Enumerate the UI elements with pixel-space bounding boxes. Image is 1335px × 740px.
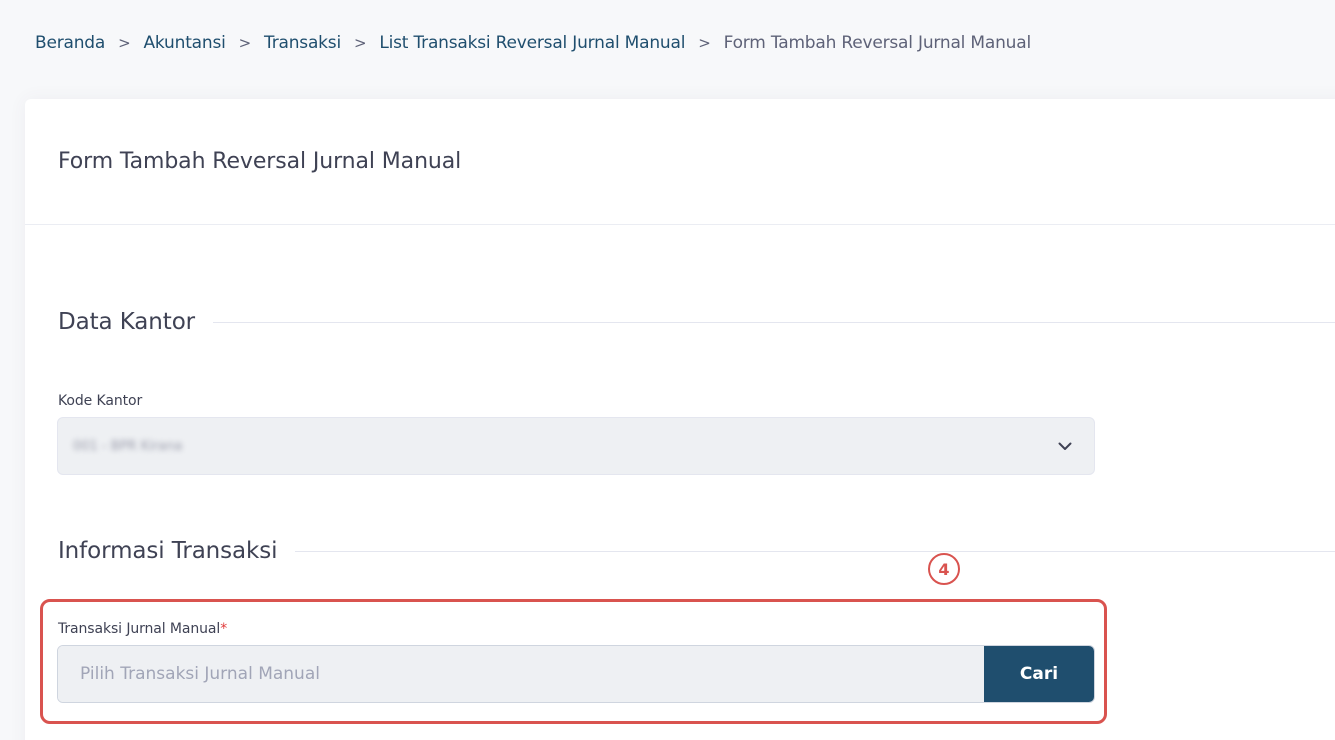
transaksi-jurnal-label-text: Transaksi Jurnal Manual: [58, 621, 221, 637]
required-asterisk: *: [220, 621, 228, 637]
breadcrumb: Beranda > Akuntansi > Transaksi > List T…: [35, 33, 1031, 53]
kode-kantor-label: Kode Kantor: [58, 393, 142, 409]
breadcrumb-separator: >: [698, 34, 711, 52]
page-title: Form Tambah Reversal Jurnal Manual: [58, 149, 462, 174]
form-card: Form Tambah Reversal Jurnal Manual Data …: [25, 99, 1335, 740]
breadcrumb-link-akuntansi[interactable]: Akuntansi: [144, 33, 226, 53]
kode-kantor-label-text: Kode Kantor: [58, 393, 143, 409]
transaksi-jurnal-input[interactable]: [58, 646, 984, 702]
breadcrumb-link-transaksi[interactable]: Transaksi: [264, 33, 341, 53]
section-divider: [295, 550, 1335, 552]
transaksi-jurnal-input-group: Cari: [57, 645, 1095, 703]
breadcrumb-separator: >: [118, 34, 131, 52]
section-informasi-transaksi: Informasi Transaksi: [58, 538, 1335, 564]
kode-kantor-select[interactable]: 001 - BPR Kirana: [57, 417, 1095, 475]
step-number-badge: 4: [928, 553, 960, 585]
section-divider: [213, 321, 1335, 323]
kode-kantor-value: 001 - BPR Kirana: [73, 438, 183, 454]
section-title-informasi-transaksi: Informasi Transaksi: [58, 538, 278, 564]
transaksi-jurnal-label: Transaksi Jurnal Manual*: [58, 621, 227, 637]
section-data-kantor: Data Kantor: [58, 309, 1335, 335]
chevron-down-icon: [1056, 437, 1074, 455]
cari-button[interactable]: Cari: [984, 646, 1094, 702]
breadcrumb-current: Form Tambah Reversal Jurnal Manual: [723, 33, 1032, 53]
card-header: Form Tambah Reversal Jurnal Manual: [25, 99, 1335, 225]
section-title-data-kantor: Data Kantor: [58, 309, 196, 335]
breadcrumb-separator: >: [353, 34, 367, 52]
breadcrumb-link-beranda[interactable]: Beranda: [35, 33, 105, 53]
breadcrumb-link-list-reversal[interactable]: List Transaksi Reversal Jurnal Manual: [379, 33, 685, 53]
breadcrumb-separator: >: [238, 34, 252, 52]
